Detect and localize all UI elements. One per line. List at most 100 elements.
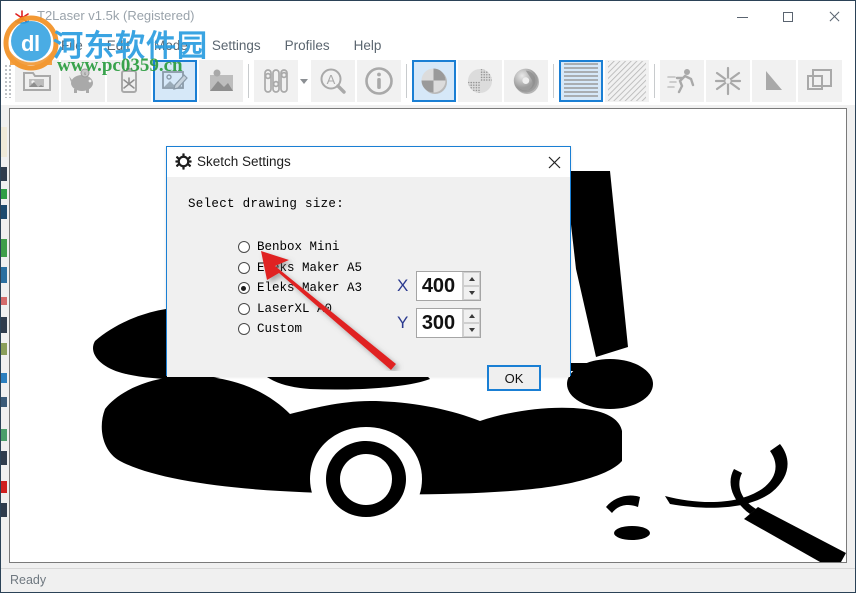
svg-text:A: A xyxy=(327,72,336,87)
sphere-swirl-icon xyxy=(513,68,539,94)
mountain-photo-icon xyxy=(210,69,233,91)
pie-dither-icon xyxy=(468,69,492,93)
close-button[interactable] xyxy=(811,1,855,33)
x-decrement-button[interactable] xyxy=(463,286,480,300)
chevron-up-icon xyxy=(468,277,475,281)
radio-indicator xyxy=(238,323,250,336)
radio-benbox-mini[interactable]: Benbox Mini xyxy=(238,237,362,258)
menu-file[interactable]: File xyxy=(49,36,95,55)
radio-indicator xyxy=(238,282,250,295)
image-pencil-icon xyxy=(162,71,188,90)
diagonal-lines-button[interactable] xyxy=(605,60,649,102)
toolbar-separator xyxy=(248,64,249,98)
radio-eleks-maker-a5[interactable]: Eleks Maker A5 xyxy=(238,258,362,279)
horizontal-lines-icon xyxy=(564,63,598,97)
sketch-settings-dialog: Sketch Settings Select drawing size: Ben… xyxy=(166,146,571,391)
window-layout-button[interactable] xyxy=(798,60,842,102)
y-size-value: 300 xyxy=(421,312,456,334)
radio-label: Eleks Maker A5 xyxy=(257,260,363,275)
info-circle-icon xyxy=(365,67,393,95)
triangle-shape-icon xyxy=(766,71,782,90)
menu-settings[interactable]: Settings xyxy=(200,36,273,55)
sliders-icon xyxy=(264,69,288,93)
radio-indicator xyxy=(238,302,250,315)
run-button[interactable] xyxy=(660,60,704,102)
laser-test-button[interactable] xyxy=(706,60,750,102)
radio-label: Eleks Maker A3 xyxy=(257,281,363,296)
y-increment-button[interactable] xyxy=(463,309,480,323)
y-size-spinner[interactable]: 300 xyxy=(416,308,481,338)
chevron-down-icon xyxy=(468,291,475,295)
radio-label: Custom xyxy=(257,322,303,337)
dither-button[interactable] xyxy=(458,60,502,102)
dialog-close-button[interactable] xyxy=(542,151,566,173)
color-palette-strip[interactable] xyxy=(1,105,7,577)
radio-indicator xyxy=(238,241,250,254)
x-dimension-row: X 400 xyxy=(397,271,481,301)
window-title: T2Laser v1.5k (Registered) xyxy=(37,8,195,23)
menu-help[interactable]: Help xyxy=(342,36,394,55)
main-toolbar: $ A xyxy=(1,57,855,105)
radio-custom[interactable]: Custom xyxy=(238,319,362,340)
radio-laserxl-a0[interactable]: LaserXL A0 xyxy=(238,299,362,320)
y-decrement-button[interactable] xyxy=(463,323,480,337)
maximize-icon xyxy=(783,12,793,22)
diagonal-lines-icon xyxy=(608,61,646,101)
edit-image-button[interactable] xyxy=(153,60,197,102)
radio-eleks-maker-a3[interactable]: Eleks Maker A3 xyxy=(238,278,362,299)
x-increment-button[interactable] xyxy=(463,272,480,286)
toolbar-grip[interactable] xyxy=(4,64,12,98)
open-image-button[interactable] xyxy=(15,60,59,102)
menu-edit[interactable]: Edit xyxy=(95,36,142,55)
menu-mode[interactable]: Mode xyxy=(142,36,200,55)
folder-image-icon xyxy=(23,72,51,91)
radio-label: Benbox Mini xyxy=(257,240,340,255)
close-icon xyxy=(548,156,560,168)
laser-burst-icon xyxy=(13,9,31,27)
send-to-laser-button[interactable] xyxy=(107,60,151,102)
auto-contrast-button[interactable]: A xyxy=(311,60,355,102)
adjust-sliders-button[interactable] xyxy=(254,60,298,102)
application-window: T2Laser v1.5k (Registered) File Edit Mod… xyxy=(0,0,856,593)
vector-button[interactable] xyxy=(752,60,796,102)
menu-profiles[interactable]: Profiles xyxy=(273,36,342,55)
x-size-spinner[interactable]: 400 xyxy=(416,271,481,301)
pie-quarters-icon xyxy=(421,68,447,94)
save-image-button[interactable]: $ xyxy=(61,60,105,102)
chevron-up-icon xyxy=(468,314,475,318)
info-button[interactable] xyxy=(357,60,401,102)
minimize-button[interactable] xyxy=(719,1,765,33)
x-spin-arrows xyxy=(462,272,480,300)
status-bar: Ready xyxy=(1,568,855,592)
running-man-icon xyxy=(667,69,695,94)
y-axis-label: Y xyxy=(397,313,409,332)
grayscale-button[interactable] xyxy=(504,60,548,102)
drawing-size-prompt: Select drawing size: xyxy=(188,197,345,211)
dialog-body: Select drawing size: Benbox Mini Eleks M… xyxy=(167,177,570,391)
ok-button[interactable]: OK xyxy=(487,365,541,391)
horizontal-lines-button[interactable] xyxy=(559,60,603,102)
status-text: Ready xyxy=(10,573,47,587)
dialog-title: Sketch Settings xyxy=(197,154,291,169)
piggy-bank-icon: $ xyxy=(69,68,93,93)
chevron-down-icon[interactable] xyxy=(300,78,308,84)
dialog-title-bar: Sketch Settings xyxy=(167,147,570,177)
threshold-button[interactable] xyxy=(412,60,456,102)
maximize-button[interactable] xyxy=(765,1,811,33)
laser-burst-icon xyxy=(714,66,742,96)
minimize-icon xyxy=(736,16,748,18)
radio-label: LaserXL A0 xyxy=(257,301,333,316)
x-size-value: 400 xyxy=(421,275,456,297)
x-axis-label: X xyxy=(397,276,409,295)
toolbar-separator xyxy=(406,64,407,98)
windows-stack-icon xyxy=(807,69,832,90)
close-icon xyxy=(828,11,840,23)
title-bar: T2Laser v1.5k (Registered) xyxy=(1,1,855,33)
radio-indicator xyxy=(238,261,250,274)
toolbar-separator xyxy=(654,64,655,98)
drawing-size-radio-group: Benbox Mini Eleks Maker A5 Eleks Maker A… xyxy=(238,237,362,340)
image-effects-button[interactable] xyxy=(199,60,243,102)
dimension-spinners: X 400 Y 300 xyxy=(397,271,481,345)
y-dimension-row: Y 300 xyxy=(397,308,481,338)
chevron-down-icon xyxy=(468,328,475,332)
